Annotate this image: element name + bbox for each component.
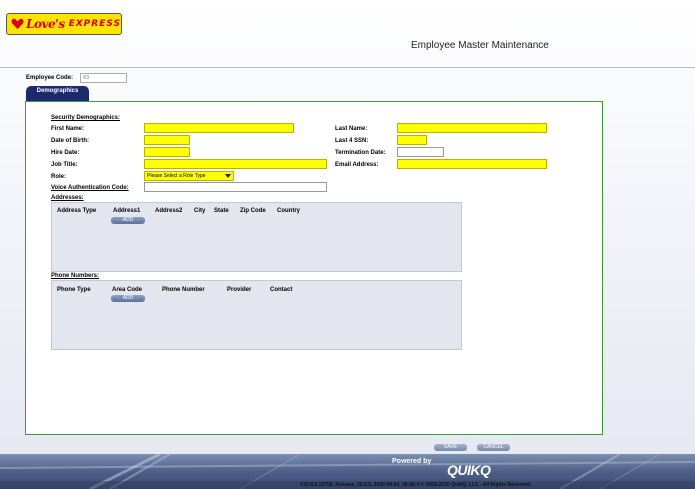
last4ssn-label: Last 4 SSN: [335, 138, 369, 144]
header-divider [0, 67, 695, 68]
version-text: V20.8.5.16758, Release, 20.8.5, 2020-09-… [300, 482, 532, 488]
addresses-col-address2: Address2 [155, 208, 183, 214]
voice-auth-label: Voice Authentication Code: [51, 185, 129, 191]
phones-col-contact: Contact [270, 287, 293, 293]
logo-word: Love's [26, 17, 65, 31]
voice-auth-field[interactable] [144, 182, 327, 192]
addresses-title: Addresses: [51, 195, 84, 201]
chevron-down-icon [225, 173, 231, 178]
security-demographics-title: Security Demographics: [51, 115, 121, 121]
role-label: Role: [51, 174, 66, 180]
save-button[interactable]: SAVE [434, 444, 467, 451]
role-select-value: Please Select a Role Type [147, 173, 206, 179]
hire-date-field[interactable] [144, 147, 190, 157]
addresses-col-country: Country [277, 208, 300, 214]
employee-code-label: Employee Code: [26, 75, 74, 81]
email-label: Email Address: [335, 162, 379, 168]
addresses-col-state: State [214, 208, 229, 214]
addresses-col-address-type: Address Type [57, 208, 97, 214]
job-title-label: Job Title: [51, 162, 78, 168]
phones-col-area-code: Area Code [112, 287, 143, 293]
add-phone-button[interactable]: ADD [111, 295, 145, 302]
addresses-col-address1: Address1 [113, 208, 141, 214]
dob-field[interactable] [144, 135, 190, 145]
hire-date-label: Hire Date: [51, 150, 80, 156]
powered-by-text: Powered by [392, 458, 432, 465]
phones-col-phone-type: Phone Type [57, 287, 91, 293]
tab-demographics[interactable]: Demographics [26, 86, 89, 101]
quikq-logo: QUIKQ [447, 462, 491, 478]
phones-col-phone-number: Phone Number [162, 287, 205, 293]
termination-date-field[interactable] [397, 147, 444, 157]
last-name-label: Last Name: [335, 126, 368, 132]
addresses-col-zip-code: Zip Code [240, 208, 266, 214]
cancel-button[interactable]: CANCEL [477, 444, 510, 451]
termination-date-label: Termination Date: [335, 150, 386, 156]
addresses-col-city: City [194, 208, 206, 214]
add-address-button[interactable]: ADD [111, 217, 145, 224]
job-title-field[interactable] [144, 159, 327, 169]
loves-express-logo: Love's EXPRESS [6, 13, 122, 35]
last-name-field[interactable] [397, 123, 547, 133]
heart-icon [11, 18, 24, 30]
email-field[interactable] [397, 159, 547, 169]
page-title: Employee Master Maintenance [411, 40, 549, 51]
employee-code-input[interactable]: 83 [80, 73, 127, 83]
role-select[interactable]: Please Select a Role Type [144, 171, 234, 181]
phone-numbers-title: Phone Numbers: [51, 273, 100, 279]
last4ssn-field[interactable] [397, 135, 427, 145]
dob-label: Date of Birth: [51, 138, 89, 144]
first-name-field[interactable] [144, 123, 294, 133]
first-name-label: First Name: [51, 126, 85, 132]
logo-express: EXPRESS [68, 19, 121, 29]
phones-col-provider: Provider [227, 287, 252, 293]
